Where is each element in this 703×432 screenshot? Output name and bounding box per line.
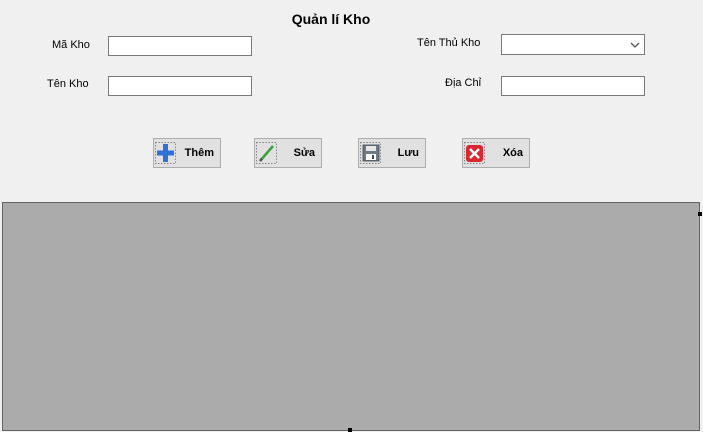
sua-button-label: Sửa bbox=[293, 147, 315, 159]
xoa-button[interactable]: Xóa bbox=[462, 138, 530, 168]
them-button[interactable]: Thêm bbox=[153, 138, 221, 168]
form-title: Quản lí Kho bbox=[291, 11, 371, 27]
ma-kho-input[interactable] bbox=[108, 36, 252, 56]
dia-chi-label: Địa Chỉ bbox=[445, 77, 482, 89]
ten-thu-kho-combobox[interactable] bbox=[501, 34, 645, 55]
pencil-icon bbox=[256, 142, 277, 164]
resize-handle[interactable] bbox=[698, 212, 702, 216]
chevron-down-icon[interactable] bbox=[630, 40, 640, 50]
dia-chi-input[interactable] bbox=[501, 76, 645, 96]
xoa-button-label: Xóa bbox=[502, 147, 523, 159]
ten-thu-kho-label: Tên Thủ Kho bbox=[417, 37, 481, 49]
them-button-label: Thêm bbox=[184, 147, 214, 159]
floppy-disk-icon bbox=[360, 142, 381, 164]
kho-data-grid[interactable] bbox=[2, 202, 700, 431]
sua-button[interactable]: Sửa bbox=[254, 138, 322, 168]
ma-kho-label: Mã Kho bbox=[52, 39, 90, 51]
resize-handle-bottom[interactable] bbox=[348, 428, 352, 432]
luu-button-label: Lưu bbox=[397, 147, 419, 159]
delete-x-icon bbox=[464, 142, 485, 164]
ten-kho-input[interactable] bbox=[108, 76, 252, 96]
ten-kho-label: Tên Kho bbox=[47, 78, 89, 90]
luu-button[interactable]: Lưu bbox=[358, 138, 426, 168]
plus-icon bbox=[155, 142, 176, 164]
